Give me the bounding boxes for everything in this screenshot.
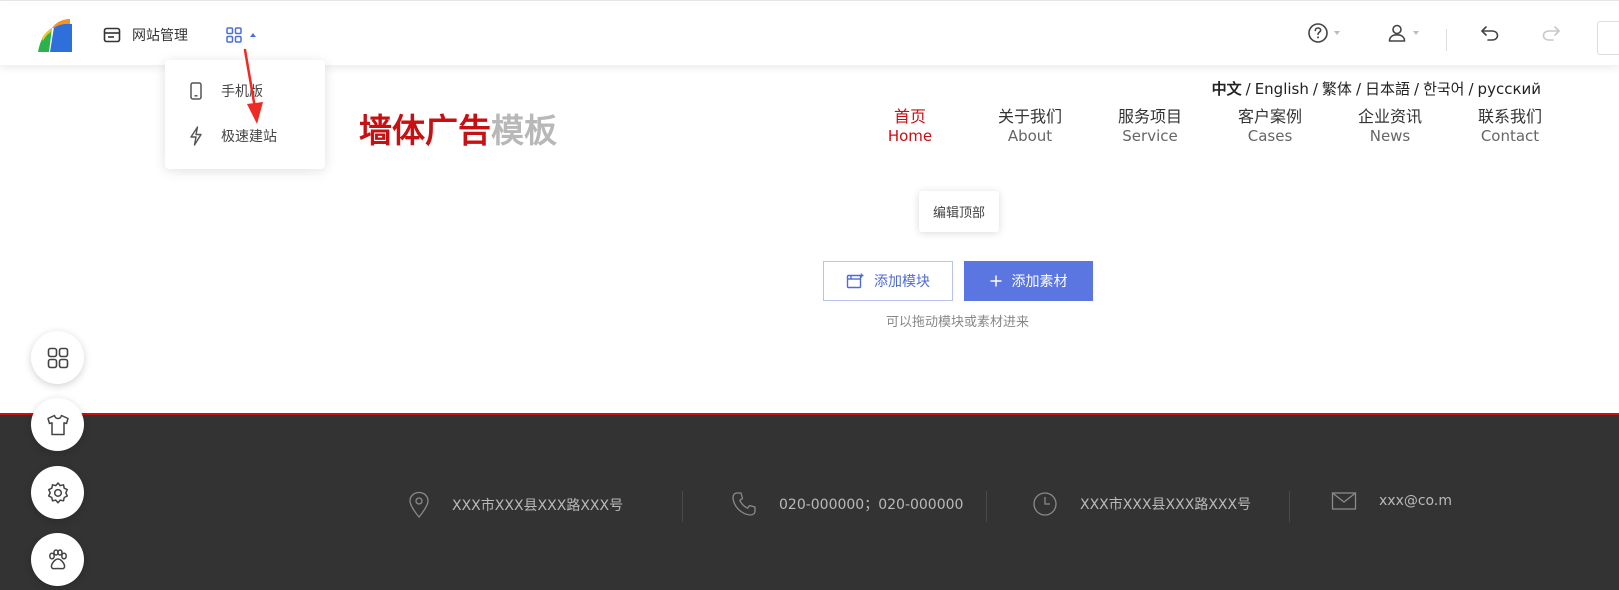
add-module-icon bbox=[846, 273, 864, 289]
toolbar-divider bbox=[1446, 29, 1447, 51]
mail-icon bbox=[1331, 492, 1357, 510]
nav-label-cn: 关于我们 bbox=[997, 107, 1062, 126]
add-material-label: 添加素材 bbox=[1011, 274, 1068, 290]
settings-panel-button[interactable] bbox=[31, 466, 84, 519]
site-manage-label: 网站管理 bbox=[132, 28, 188, 44]
footer-address: XXX市XXX县XXX路XXX号 bbox=[408, 491, 623, 519]
lang-separator: / bbox=[1312, 80, 1318, 98]
nav-item-service[interactable]: 服务项目 Service bbox=[1090, 107, 1210, 146]
browser-window-icon bbox=[103, 27, 121, 43]
caret-down-icon bbox=[1334, 31, 1340, 35]
lang-option[interactable]: 中文 bbox=[1212, 80, 1242, 98]
nav-label-cn: 服务项目 bbox=[1117, 107, 1182, 126]
lang-option[interactable]: 한국어 bbox=[1423, 80, 1464, 98]
footer-email: xxx@co.m bbox=[1331, 491, 1452, 511]
footer-divider bbox=[682, 491, 683, 522]
nav-item-contact[interactable]: 联系我们 Contact bbox=[1450, 107, 1570, 146]
add-module-button[interactable]: 添加模块 bbox=[823, 261, 953, 301]
redo-icon bbox=[1542, 26, 1560, 41]
undo-button[interactable] bbox=[1480, 24, 1500, 42]
lang-option[interactable]: 繁体 bbox=[1322, 80, 1352, 98]
nav-label-cn: 联系我们 bbox=[1477, 107, 1542, 126]
grid-apps-icon bbox=[226, 27, 242, 43]
nav-label-en: News bbox=[1369, 127, 1411, 145]
grid-apps-icon bbox=[47, 347, 68, 368]
map-pin-icon bbox=[409, 491, 429, 518]
clock-icon bbox=[1033, 492, 1057, 516]
language-switcher: 中文 / English / 繁体 / 日本語 / 한국어 / русский bbox=[1212, 78, 1541, 99]
lang-option[interactable]: 日本語 bbox=[1365, 80, 1410, 98]
nav-item-cases[interactable]: 客户案例 Cases bbox=[1210, 107, 1330, 146]
gear-icon bbox=[47, 481, 68, 504]
nav-label-cn: 客户案例 bbox=[1237, 107, 1302, 126]
footer-divider bbox=[1289, 491, 1290, 522]
undo-icon bbox=[1481, 26, 1499, 41]
theme-panel-button[interactable] bbox=[31, 398, 84, 451]
dropdown-item-quick-build[interactable]: 极速建站 bbox=[189, 126, 277, 146]
brand-red-text: 墙体广告 bbox=[359, 111, 491, 150]
dropdown-item-label: 极速建站 bbox=[221, 129, 277, 145]
email-text: xxx@co.m bbox=[1379, 493, 1452, 509]
paw-icon bbox=[48, 548, 67, 569]
nav-label-en: Cases bbox=[1247, 127, 1293, 145]
edit-header-button[interactable]: 编辑顶部 bbox=[919, 191, 999, 232]
mobile-icon bbox=[190, 82, 202, 100]
drag-hint-text: 可以拖动模块或素材进来 bbox=[885, 315, 1029, 330]
phone-text: 020-000000；020-000000 bbox=[779, 497, 964, 513]
baidu-panel-button[interactable] bbox=[31, 533, 84, 586]
help-menu[interactable] bbox=[1307, 22, 1340, 44]
site-nav: 首页 Home 关于我们 About 服务项目 Service 客户案例 Cas… bbox=[850, 107, 1570, 146]
question-circle-icon bbox=[1308, 23, 1328, 43]
site-footer: XXX市XXX县XXX路XXX号 020-000000；020-000000 X… bbox=[0, 413, 1619, 590]
add-module-label: 添加模块 bbox=[874, 274, 930, 290]
nav-item-news[interactable]: 企业资讯 News bbox=[1330, 107, 1450, 146]
nav-label-en: About bbox=[1007, 127, 1053, 145]
footer-phone: 020-000000；020-000000 bbox=[731, 491, 963, 517]
add-material-button[interactable]: 添加素材 bbox=[964, 261, 1093, 301]
site-brand-title[interactable]: 墙体广告模板 bbox=[359, 104, 557, 152]
footer-hours: XXX市XXX县XXX路XXX号 bbox=[1032, 491, 1251, 517]
address2-text: XXX市XXX县XXX路XXX号 bbox=[1080, 497, 1252, 513]
editor-toolbar: 网站管理 bbox=[0, 5, 1619, 65]
caret-up-icon bbox=[250, 33, 256, 37]
site-manage-menu[interactable]: 网站管理 bbox=[103, 25, 188, 45]
footer-divider bbox=[986, 491, 987, 522]
app-logo[interactable] bbox=[36, 18, 74, 54]
nav-item-home[interactable]: 首页 Home bbox=[850, 107, 970, 146]
top-border bbox=[0, 0, 1619, 4]
caret-down-icon bbox=[1413, 31, 1419, 35]
nav-label-cn: 首页 bbox=[893, 107, 926, 126]
plus-icon bbox=[990, 275, 1001, 287]
nav-item-about[interactable]: 关于我们 About bbox=[970, 107, 1090, 146]
preview-button[interactable] bbox=[1597, 21, 1619, 55]
nav-label-en: Contact bbox=[1480, 127, 1540, 145]
apps-menu-toggle[interactable] bbox=[226, 27, 256, 43]
tshirt-icon bbox=[46, 414, 69, 435]
lightning-icon bbox=[190, 126, 202, 146]
user-menu[interactable] bbox=[1386, 22, 1419, 44]
address-text: XXX市XXX县XXX路XXX号 bbox=[452, 498, 624, 514]
lang-separator: / bbox=[1468, 80, 1474, 98]
redo-button[interactable] bbox=[1541, 24, 1561, 42]
nav-label-en: Home bbox=[887, 127, 933, 145]
modules-panel-button[interactable] bbox=[31, 331, 84, 384]
brand-gray-text: 模板 bbox=[491, 111, 557, 150]
phone-icon bbox=[732, 492, 756, 516]
apps-dropdown: 手机版 极速建站 bbox=[165, 60, 325, 169]
dropdown-item-mobile[interactable]: 手机版 bbox=[189, 81, 263, 101]
lang-option[interactable]: English bbox=[1255, 80, 1309, 98]
user-icon bbox=[1388, 24, 1406, 42]
lang-separator: / bbox=[1245, 80, 1251, 98]
dropdown-item-label: 手机版 bbox=[221, 84, 263, 100]
nav-label-cn: 企业资讯 bbox=[1357, 107, 1422, 126]
lang-separator: / bbox=[1414, 80, 1420, 98]
nav-label-en: Service bbox=[1122, 127, 1178, 145]
lang-separator: / bbox=[1355, 80, 1361, 98]
lang-option[interactable]: русский bbox=[1478, 80, 1541, 98]
